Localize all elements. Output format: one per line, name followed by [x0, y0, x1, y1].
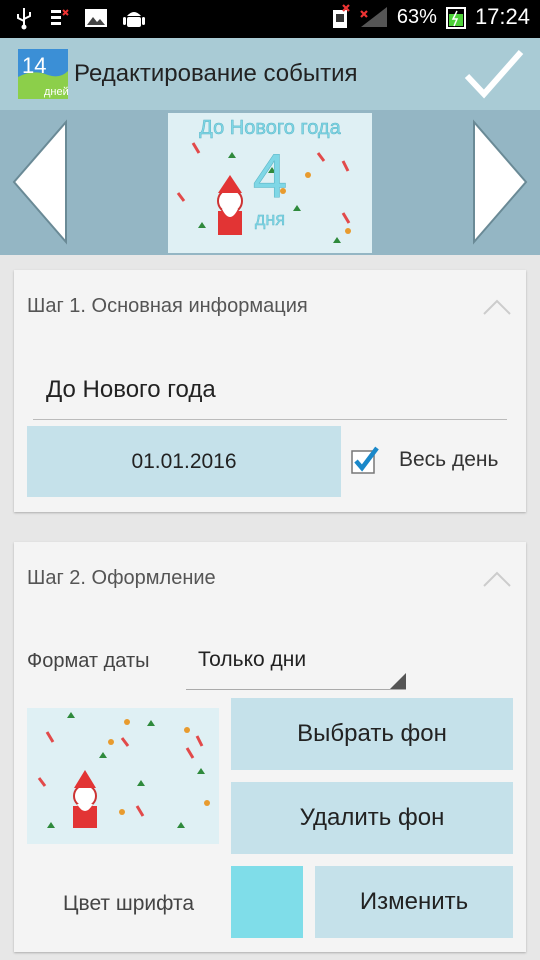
step1-title: Шаг 1. Основная информация [27, 295, 308, 317]
app-icon: 14 дней [18, 49, 69, 99]
screen-title: Редактирование события [74, 60, 358, 87]
check-icon [464, 50, 524, 99]
background-image-icon [37, 712, 210, 828]
clock: 17:24 [474, 4, 530, 29]
chevron-up-icon [483, 299, 511, 315]
choose-background-button[interactable]: Выбрать фон [231, 698, 513, 770]
checkbox-checked-icon [351, 446, 379, 474]
previous-button[interactable] [10, 118, 70, 246]
all-day-label: Весь день [399, 448, 499, 471]
preview-days: дня [254, 209, 286, 229]
collapse-step2-button[interactable] [482, 570, 512, 588]
app-icon-caption: дней [44, 86, 68, 98]
dropdown-triangle-icon [390, 673, 406, 689]
status-bar: 63% 17:24 [0, 0, 540, 38]
next-button[interactable] [470, 118, 530, 246]
debug-icon [51, 9, 69, 25]
step1-card: Шаг 1. Основная информация 01.01.2016 Ве… [14, 270, 526, 512]
all-day-checkbox[interactable]: Весь день [351, 446, 498, 474]
app-icon-number: 14 [22, 53, 46, 78]
battery-icon [445, 7, 466, 29]
preview-number: 4 [252, 142, 288, 212]
event-preview: До Нового года 4 дня [168, 113, 372, 253]
background-thumbnail [27, 708, 219, 844]
arrow-right-icon [473, 119, 528, 245]
step2-title: Шаг 2. Оформление [27, 567, 216, 589]
step2-card: Шаг 2. Оформление Формат даты Только дни… [14, 542, 526, 952]
date-button[interactable]: 01.01.2016 [27, 426, 341, 497]
preview-title: До Нового года [199, 117, 341, 140]
collapse-step1-button[interactable] [482, 298, 512, 316]
usb-icon [17, 8, 31, 30]
date-format-select[interactable]: Только дни [186, 638, 406, 690]
battery-percent: 63% [396, 5, 437, 28]
sim-icon [332, 4, 350, 28]
font-color-label: Цвет шрифта [63, 892, 195, 915]
date-format-label: Формат даты [27, 650, 150, 672]
chevron-up-icon [483, 571, 511, 587]
date-format-value: Только дни [198, 648, 307, 671]
change-color-button[interactable]: Изменить [315, 866, 513, 938]
action-bar: 14 дней Редактирование события [0, 38, 540, 110]
preview-strip: До Нового года 4 дня [0, 110, 540, 255]
image-icon [85, 9, 107, 27]
event-name-input[interactable] [33, 360, 507, 420]
delete-background-button[interactable]: Удалить фон [231, 782, 513, 854]
font-color-swatch[interactable] [231, 866, 303, 938]
signal-icon [360, 7, 387, 27]
android-icon [123, 12, 145, 27]
arrow-left-icon [12, 119, 67, 245]
confirm-button[interactable] [464, 46, 524, 102]
